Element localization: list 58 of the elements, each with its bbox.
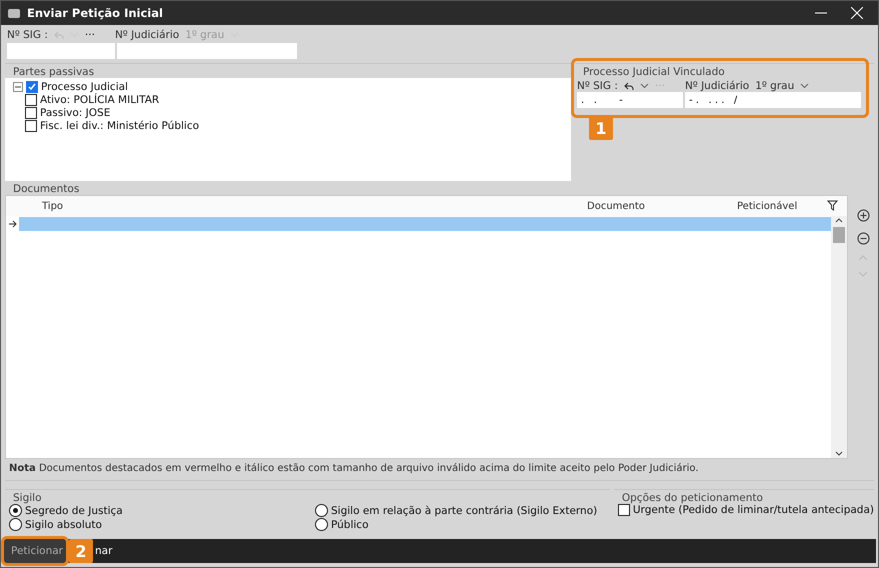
group-title: Partes passivas <box>12 66 96 78</box>
peticionar-button[interactable]: Peticionar <box>3 539 71 563</box>
add-icon[interactable] <box>856 209 870 222</box>
chevron-down-icon[interactable] <box>800 83 810 89</box>
checkbox[interactable] <box>26 81 38 93</box>
close-icon[interactable] <box>851 7 863 19</box>
tree-item-label[interactable]: Passivo: JOSE <box>40 107 110 119</box>
scroll-thumb[interactable] <box>833 227 845 243</box>
more-button[interactable]: ··· <box>84 29 95 41</box>
radio-label[interactable]: Segredo de Justiça <box>25 504 123 516</box>
step-badge: 2 <box>69 539 93 563</box>
group-title: Opções do peticionamento <box>620 492 764 504</box>
tree-item-label[interactable]: Fisc. lei div.: Ministério Público <box>40 120 200 132</box>
radio-button[interactable] <box>9 504 22 517</box>
chevron-down-icon[interactable] <box>640 83 649 89</box>
grau-label: 1º grau <box>755 80 794 92</box>
sig-label: Nº SIG : <box>7 29 48 41</box>
judiciario-field[interactable] <box>117 43 297 59</box>
window-title: Enviar Petição Inicial <box>27 6 164 20</box>
tree-item-label[interactable]: Ativo: POLÍCIA MILITAR <box>40 94 160 106</box>
sig-field[interactable]: . . - <box>577 92 683 108</box>
group-title: Sigilo <box>12 492 43 504</box>
radio-button[interactable] <box>315 518 328 531</box>
radio-label[interactable]: Sigilo em relação à parte contrária (Sigilo Externo) <box>331 504 598 516</box>
radio-button[interactable] <box>315 504 328 517</box>
group-title: Processo Judicial Vinculado <box>582 66 726 78</box>
judiciario-field[interactable]: - . . . . / <box>685 92 861 108</box>
collapse-toggle[interactable] <box>13 82 23 92</box>
judiciario-label: Nº Judiciário <box>684 80 750 92</box>
column-header[interactable]: Documento <box>587 200 737 212</box>
undo-icon[interactable] <box>624 82 634 90</box>
scroll-up-icon[interactable] <box>835 218 843 223</box>
group-title: Documentos <box>12 183 80 195</box>
scroll-down-icon[interactable] <box>835 451 843 456</box>
tree-item-label[interactable]: Processo Judicial <box>41 81 128 93</box>
checkbox[interactable] <box>618 504 630 516</box>
note-text: Nota Documentos destacados em vermelho e itálico estão com tamanho de arquivo inválido acima do limite aceito pelo Poder Judiciário. <box>5 459 874 481</box>
minimize-icon[interactable] <box>815 12 827 14</box>
grau-label: 1º grau <box>185 29 224 41</box>
radio-label[interactable]: Sigilo absoluto <box>25 518 102 530</box>
app-icon <box>7 7 21 19</box>
checkbox-label[interactable]: Urgente (Pedido de liminar/tutela antecipada) <box>632 504 874 516</box>
checkbox[interactable] <box>25 120 37 132</box>
checkbox[interactable] <box>25 107 37 119</box>
judiciario-label: Nº Judiciário <box>114 29 180 41</box>
checkbox[interactable] <box>25 94 37 106</box>
sig-label: Nº SIG : <box>577 80 618 92</box>
radio-button[interactable] <box>9 518 22 531</box>
column-header[interactable]: Peticionável <box>737 200 827 212</box>
remove-icon[interactable] <box>856 232 870 245</box>
radio-label[interactable]: Público <box>331 518 368 530</box>
action-button[interactable]: nar <box>94 545 112 557</box>
column-header[interactable]: Tipo <box>6 200 587 212</box>
minus-icon <box>15 84 21 90</box>
filter-icon[interactable] <box>827 200 839 212</box>
step-badge: 1 <box>589 116 613 140</box>
row-arrow-icon <box>8 220 18 228</box>
sig-field[interactable] <box>7 43 115 59</box>
